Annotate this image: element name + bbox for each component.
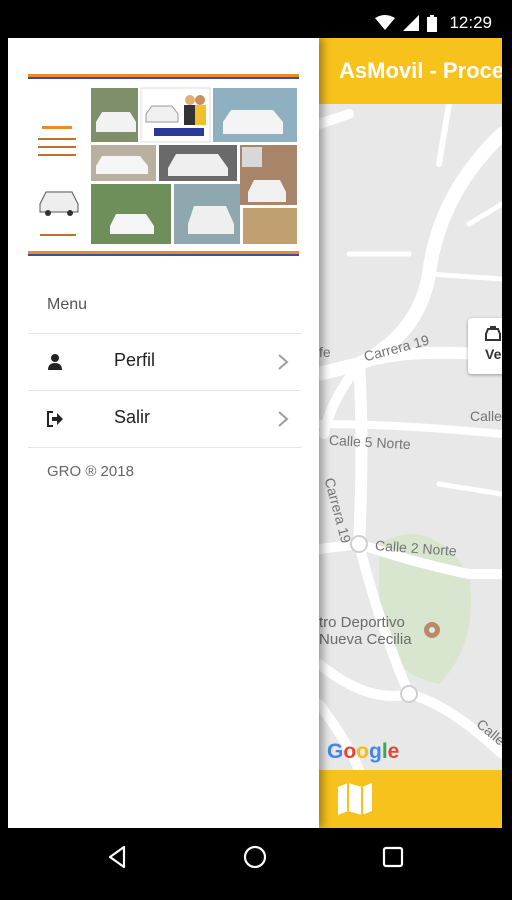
vehicle-chip-label: Ve xyxy=(485,346,502,362)
chevron-right-icon xyxy=(278,411,289,427)
navigation-bar xyxy=(8,828,502,886)
map-label-fe: fe xyxy=(319,344,331,360)
map-label-park-line1: tro Deportivo xyxy=(319,614,405,631)
google-logo: Google xyxy=(327,740,399,764)
status-icons: 12:29 xyxy=(375,12,492,34)
drawer-footer: GRO ® 2018 xyxy=(47,463,134,480)
signal-icon xyxy=(403,15,420,31)
google-letter: g xyxy=(369,740,382,763)
vehicle-chip-button[interactable]: Ve xyxy=(468,318,502,374)
map-view[interactable]: fe Carrera 19 Calle Calle 5 Norte Carrer… xyxy=(319,104,502,770)
drawer-item-label: Perfil xyxy=(114,350,156,370)
app-screen: AsMovil - Proce fe Carrera 19 Calle Call… xyxy=(8,38,502,828)
map-label-park-line2: Nueva Cecilia xyxy=(319,631,412,648)
google-letter: o xyxy=(356,740,369,763)
logout-icon xyxy=(47,411,63,427)
app-toolbar: AsMovil - Proce xyxy=(319,38,502,104)
map-label-calle-right: Calle xyxy=(470,408,502,424)
drawer-item-perfil[interactable]: Perfil xyxy=(28,334,301,390)
battery-icon xyxy=(427,14,438,32)
chevron-right-icon xyxy=(278,354,289,370)
google-letter: e xyxy=(387,740,400,763)
app-title: AsMovil - Proce xyxy=(339,58,502,83)
status-bar: 12:29 xyxy=(8,8,502,38)
user-icon xyxy=(48,354,62,370)
drawer-header-banner-image xyxy=(28,74,299,256)
home-icon[interactable] xyxy=(241,843,269,871)
banner-collage xyxy=(28,74,299,256)
taxi-icon xyxy=(485,326,501,341)
divider xyxy=(28,447,301,448)
drawer-item-label: Salir xyxy=(114,407,151,427)
menu-section-title: Menu xyxy=(47,296,88,313)
map-icon[interactable] xyxy=(337,782,373,816)
google-letter: o xyxy=(343,740,357,763)
main-app-behind-drawer: AsMovil - Proce fe Carrera 19 Calle Call… xyxy=(319,38,502,828)
device-frame: 12:29 AsMovil - Proce fe Carrera 19 Call… xyxy=(0,0,512,900)
navigation-drawer: Menu Perfil Salir GRO ® 2018 xyxy=(8,38,319,828)
recents-icon[interactable] xyxy=(379,843,407,871)
back-icon[interactable] xyxy=(104,843,132,871)
bottom-action-bar xyxy=(319,770,502,828)
wifi-icon xyxy=(375,15,396,30)
drawer-item-salir[interactable]: Salir xyxy=(28,391,301,447)
google-letter: G xyxy=(327,740,344,763)
status-time: 12:29 xyxy=(449,13,492,32)
